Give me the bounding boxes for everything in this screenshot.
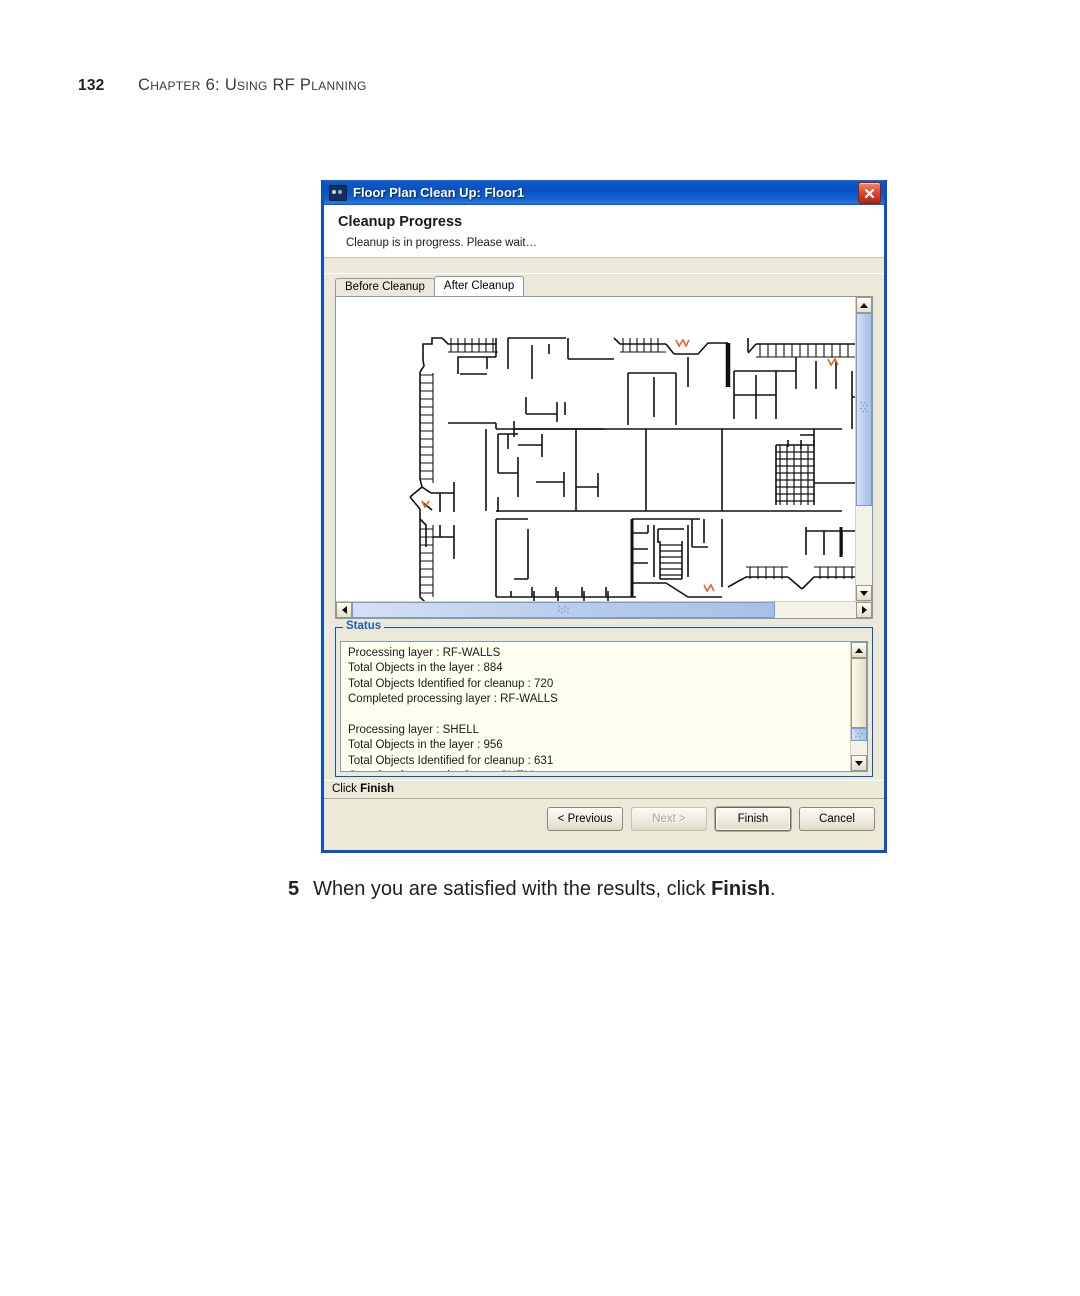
plan-vscroll-track[interactable] — [856, 313, 872, 585]
scroll-grip-icon — [860, 401, 869, 419]
scroll-grip-icon — [855, 726, 864, 744]
scroll-down-icon[interactable] — [851, 755, 867, 771]
floor-plan-viewer — [335, 296, 873, 619]
status-legend: Status — [343, 620, 385, 632]
previous-button[interactable]: < Previous — [547, 807, 623, 831]
tab-before-cleanup[interactable]: Before Cleanup — [335, 278, 435, 296]
plan-vertical-scrollbar[interactable] — [855, 297, 872, 601]
close-icon[interactable] — [858, 182, 881, 204]
dialog-button-bar: < Previous Next > Finish Cancel — [324, 798, 884, 839]
step-text-after: . — [769, 878, 776, 900]
plan-hscroll-thumb[interactable] — [352, 601, 776, 619]
prompt-bold-word: Finish — [360, 783, 394, 795]
cancel-button[interactable]: Cancel — [799, 807, 875, 831]
scroll-left-icon[interactable] — [336, 602, 352, 618]
scroll-up-icon[interactable] — [856, 297, 872, 313]
status-log-box: Processing layer : RF-WALLS Total Object… — [340, 641, 868, 772]
dialog-titlebar[interactable]: Floor Plan Clean Up: Floor1 — [324, 180, 884, 205]
step-instruction: 5 When you are satisfied with the result… — [288, 878, 776, 901]
step-bold-word: Finish — [711, 878, 770, 900]
plan-horizontal-scrollbar[interactable] — [336, 601, 872, 618]
status-group: Status Processing layer : RF-WALLS Total… — [335, 620, 873, 777]
status-vscroll-track[interactable] — [851, 658, 867, 755]
scroll-down-icon[interactable] — [856, 585, 872, 601]
page-number: 132 — [78, 77, 105, 94]
scroll-right-icon[interactable] — [856, 602, 872, 618]
floorplan-icon — [329, 184, 347, 201]
prompt-text-before: Click — [332, 783, 361, 795]
scroll-grip-icon — [557, 601, 570, 619]
status-vscroll-grip-thumb[interactable] — [851, 726, 867, 744]
floor-plan-cleanup-dialog: Floor Plan Clean Up: Floor1 Cleanup Prog… — [321, 180, 887, 853]
status-vertical-scrollbar[interactable] — [850, 642, 867, 771]
page-header: 132 Chapter 6: Using RF Planning — [78, 76, 367, 95]
dialog-title: Floor Plan Clean Up: Floor1 — [353, 185, 525, 200]
finish-button[interactable]: Finish — [715, 807, 791, 831]
header-spacer — [324, 258, 884, 274]
dialog-heading: Cleanup Progress — [338, 214, 463, 230]
scroll-up-icon[interactable] — [851, 642, 867, 658]
step-number: 5 — [288, 878, 300, 900]
status-vscroll-thumb[interactable] — [851, 658, 867, 728]
dialog-subtext: Cleanup is in progress. Please wait… — [346, 237, 538, 249]
tab-after-cleanup[interactable]: After Cleanup — [433, 276, 525, 296]
plan-vscroll-thumb[interactable] — [856, 313, 872, 507]
status-log-text: Processing layer : RF-WALLS Total Object… — [348, 647, 558, 771]
dialog-header-band: Cleanup Progress Cleanup is in progress.… — [324, 205, 884, 258]
chapter-title: Chapter 6: Using RF Planning — [138, 76, 367, 94]
next-button: Next > — [631, 807, 707, 831]
tab-strip: Before Cleanup After Cleanup — [335, 276, 884, 296]
step-text: When you are satisfied with the results,… — [313, 878, 775, 901]
floor-plan-canvas[interactable] — [336, 297, 855, 601]
dialog-prompt: Click Finish — [324, 780, 884, 798]
plan-hscroll-track[interactable] — [352, 602, 856, 618]
step-text-before: When you are satisfied with the results,… — [313, 878, 712, 900]
